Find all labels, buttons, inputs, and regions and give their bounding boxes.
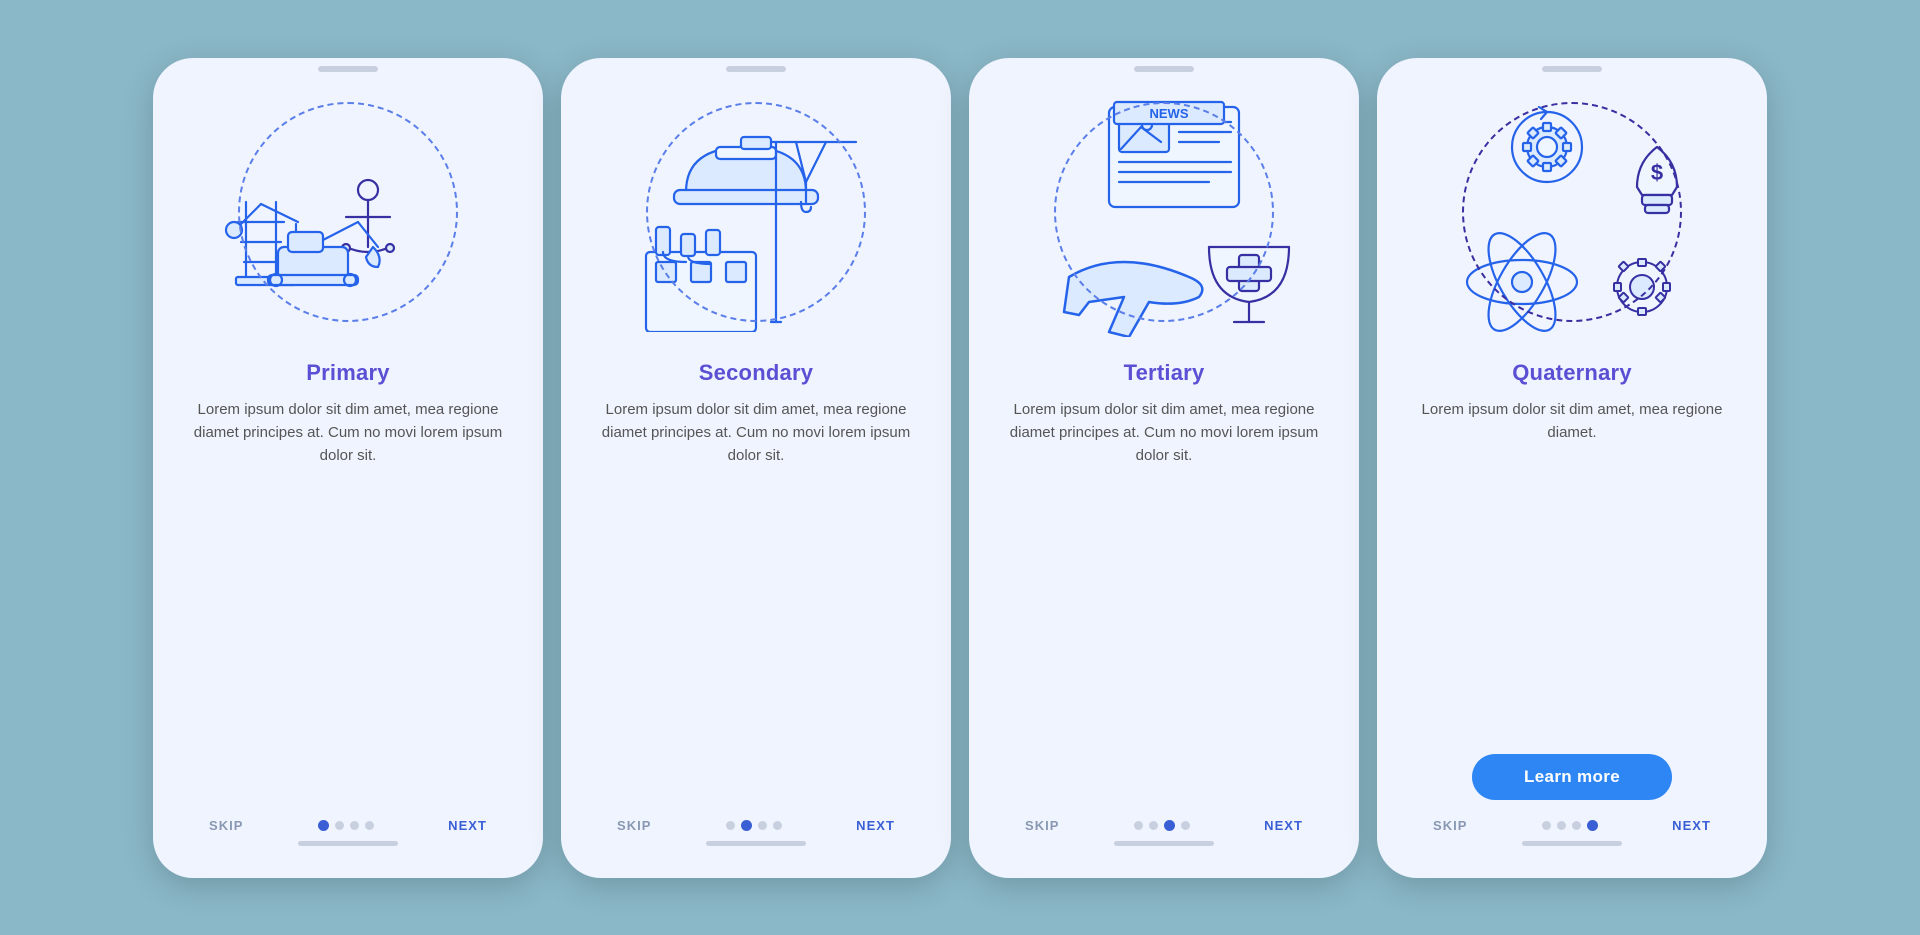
dots-tertiary — [1134, 820, 1190, 831]
dashed-circle-secondary — [646, 102, 866, 322]
learn-more-button[interactable]: Learn more — [1472, 754, 1672, 800]
next-button-tertiary[interactable]: NEXT — [1264, 818, 1303, 833]
home-bar-quaternary — [1522, 841, 1622, 846]
card-secondary-title: Secondary — [699, 360, 813, 386]
card-tertiary-body: Lorem ipsum dolor sit dim amet, mea regi… — [969, 398, 1359, 600]
card-secondary: Secondary Lorem ipsum dolor sit dim amet… — [561, 58, 951, 878]
dot-4 — [1181, 821, 1190, 830]
home-bar-tertiary — [1114, 841, 1214, 846]
dot-4 — [1587, 820, 1598, 831]
card-primary-title: Primary — [306, 360, 389, 386]
card-primary-body: Lorem ipsum dolor sit dim amet, mea regi… — [153, 398, 543, 600]
illustration-secondary — [606, 72, 906, 352]
card-quaternary-title: Quaternary — [1512, 360, 1632, 386]
next-button-secondary[interactable]: NEXT — [856, 818, 895, 833]
dashed-circle-primary — [238, 102, 458, 322]
card-primary-footer: SKIP NEXT — [153, 802, 543, 878]
card-tertiary: NEWS Tertia — [969, 58, 1359, 878]
dot-1 — [726, 821, 735, 830]
dot-1 — [1134, 821, 1143, 830]
dot-2 — [1557, 821, 1566, 830]
illustration-primary — [198, 72, 498, 352]
card-primary: Primary Lorem ipsum dolor sit dim amet, … — [153, 58, 543, 878]
card-secondary-body: Lorem ipsum dolor sit dim amet, mea regi… — [561, 398, 951, 600]
dot-3 — [1164, 820, 1175, 831]
home-bar-primary — [298, 841, 398, 846]
skip-button-quaternary[interactable]: SKIP — [1433, 818, 1468, 833]
illustration-quaternary: $ — [1422, 72, 1722, 352]
next-button-primary[interactable]: NEXT — [448, 818, 487, 833]
illustration-tertiary: NEWS — [1014, 72, 1314, 352]
card-secondary-footer: SKIP NEXT — [561, 802, 951, 878]
dot-3 — [350, 821, 359, 830]
dot-3 — [758, 821, 767, 830]
dots-primary — [318, 820, 374, 831]
nav-bar-primary: SKIP NEXT — [181, 818, 515, 833]
dot-2 — [741, 820, 752, 831]
dot-4 — [365, 821, 374, 830]
dot-1 — [318, 820, 329, 831]
skip-button-tertiary[interactable]: SKIP — [1025, 818, 1060, 833]
nav-bar-quaternary: SKIP NEXT — [1405, 818, 1739, 833]
dashed-circle-quaternary — [1462, 102, 1682, 322]
dots-quaternary — [1542, 820, 1598, 831]
card-quaternary: $ — [1377, 58, 1767, 878]
card-quaternary-body: Lorem ipsum dolor sit dim amet, mea regi… — [1377, 398, 1767, 568]
skip-button-primary[interactable]: SKIP — [209, 818, 244, 833]
card-quaternary-footer: Learn more SKIP NEXT — [1377, 738, 1767, 878]
dashed-circle-tertiary — [1054, 102, 1274, 322]
dot-2 — [1149, 821, 1158, 830]
dot-2 — [335, 821, 344, 830]
cards-container: Primary Lorem ipsum dolor sit dim amet, … — [113, 18, 1807, 918]
dot-3 — [1572, 821, 1581, 830]
nav-bar-tertiary: SKIP NEXT — [997, 818, 1331, 833]
next-button-quaternary[interactable]: NEXT — [1672, 818, 1711, 833]
home-bar-secondary — [706, 841, 806, 846]
dots-secondary — [726, 820, 782, 831]
nav-bar-secondary: SKIP NEXT — [589, 818, 923, 833]
dot-4 — [773, 821, 782, 830]
card-tertiary-title: Tertiary — [1124, 360, 1205, 386]
dot-1 — [1542, 821, 1551, 830]
card-tertiary-footer: SKIP NEXT — [969, 802, 1359, 878]
skip-button-secondary[interactable]: SKIP — [617, 818, 652, 833]
